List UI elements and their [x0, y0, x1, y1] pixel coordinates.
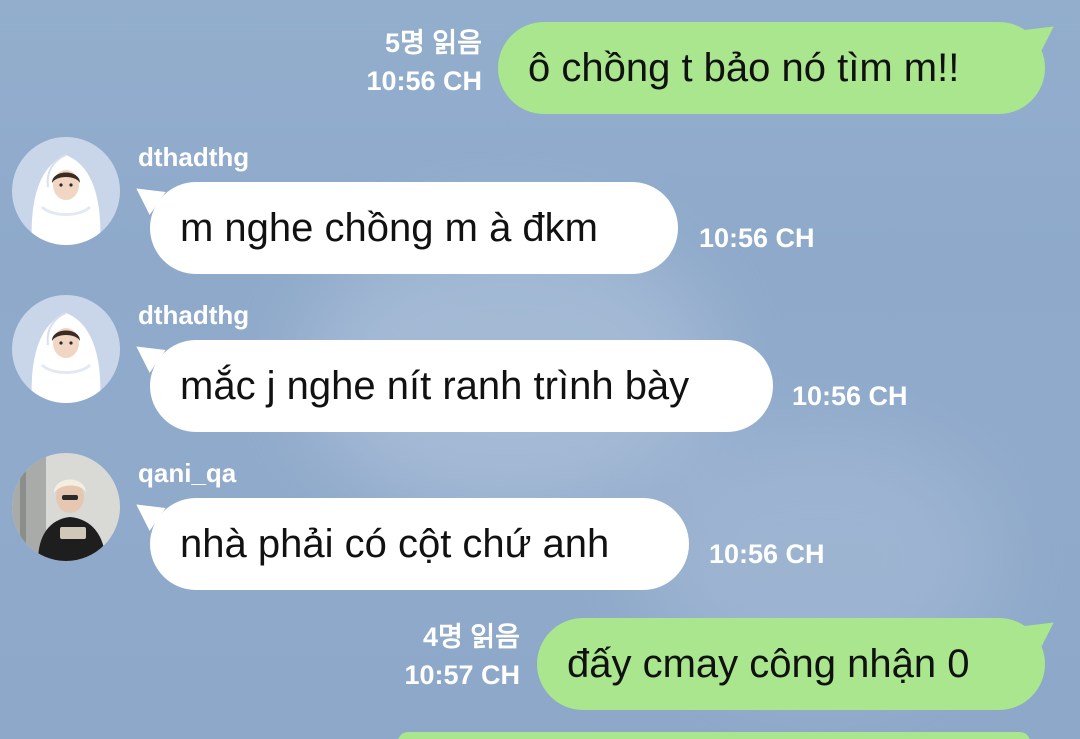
message-bubble[interactable]: ô chồng t bảo nó tìm m!! [498, 22, 1045, 114]
read-receipt: 4명 읽음 [422, 622, 520, 652]
message-outgoing[interactable]: 4명 읽음 10:57 CH đấy cmay công nhận 0 [0, 610, 1080, 710]
message-text: nhà phải có cột chứ anh [180, 522, 610, 566]
message-meta: 4명 읽음 10:57 CH [404, 618, 520, 694]
man-avatar-icon [12, 453, 120, 561]
message-incoming[interactable]: qani_qa nhà phải có cột chứ anh 10:56 CH [0, 446, 1080, 596]
message-time: 10:56 CH [699, 223, 815, 253]
message-text: mắc j nghe nít ranh trình bày [180, 364, 690, 408]
sender-name: qani_qa [138, 458, 237, 488]
message-bubble[interactable]: m nghe chồng m à đkm [150, 182, 678, 274]
message-bubble-partial[interactable] [398, 732, 1030, 739]
message-time: 10:56 CH [792, 381, 908, 411]
girl-avatar-icon [12, 295, 120, 403]
sender-name: dthadthg [138, 142, 250, 172]
message-bubble[interactable]: đấy cmay công nhận 0 [537, 618, 1045, 710]
message-text: m nghe chồng m à đkm [180, 206, 598, 250]
message-time: 10:57 CH [404, 660, 520, 690]
message-incoming[interactable]: dthadthg mắc j nghe nít ranh trình bày 1… [0, 288, 1080, 438]
message-text: ô chồng t bảo nó tìm m!! [528, 46, 960, 90]
avatar[interactable] [12, 453, 120, 561]
chat-view[interactable]: 5명 읽음 10:56 CH ô chồng t bảo nó tìm m!! … [0, 0, 1080, 739]
message-meta: 5명 읽음 10:56 CH [366, 24, 482, 100]
message-bubble[interactable]: nhà phải có cột chứ anh [150, 498, 689, 590]
girl-avatar-icon [12, 137, 120, 245]
message-outgoing[interactable]: 5명 읽음 10:56 CH ô chồng t bảo nó tìm m!! [0, 0, 1080, 120]
message-incoming[interactable]: dthadthg m nghe chồng m à đkm 10:56 CH [0, 130, 1080, 280]
avatar[interactable] [12, 295, 120, 403]
read-receipt: 5명 읽음 [384, 28, 482, 58]
avatar[interactable] [12, 137, 120, 245]
sender-name: dthadthg [138, 300, 250, 330]
message-bubble[interactable]: mắc j nghe nít ranh trình bày [150, 340, 773, 432]
message-time: 10:56 CH [709, 539, 825, 569]
message-time: 10:56 CH [366, 66, 482, 96]
message-text: đấy cmay công nhận 0 [567, 642, 970, 686]
